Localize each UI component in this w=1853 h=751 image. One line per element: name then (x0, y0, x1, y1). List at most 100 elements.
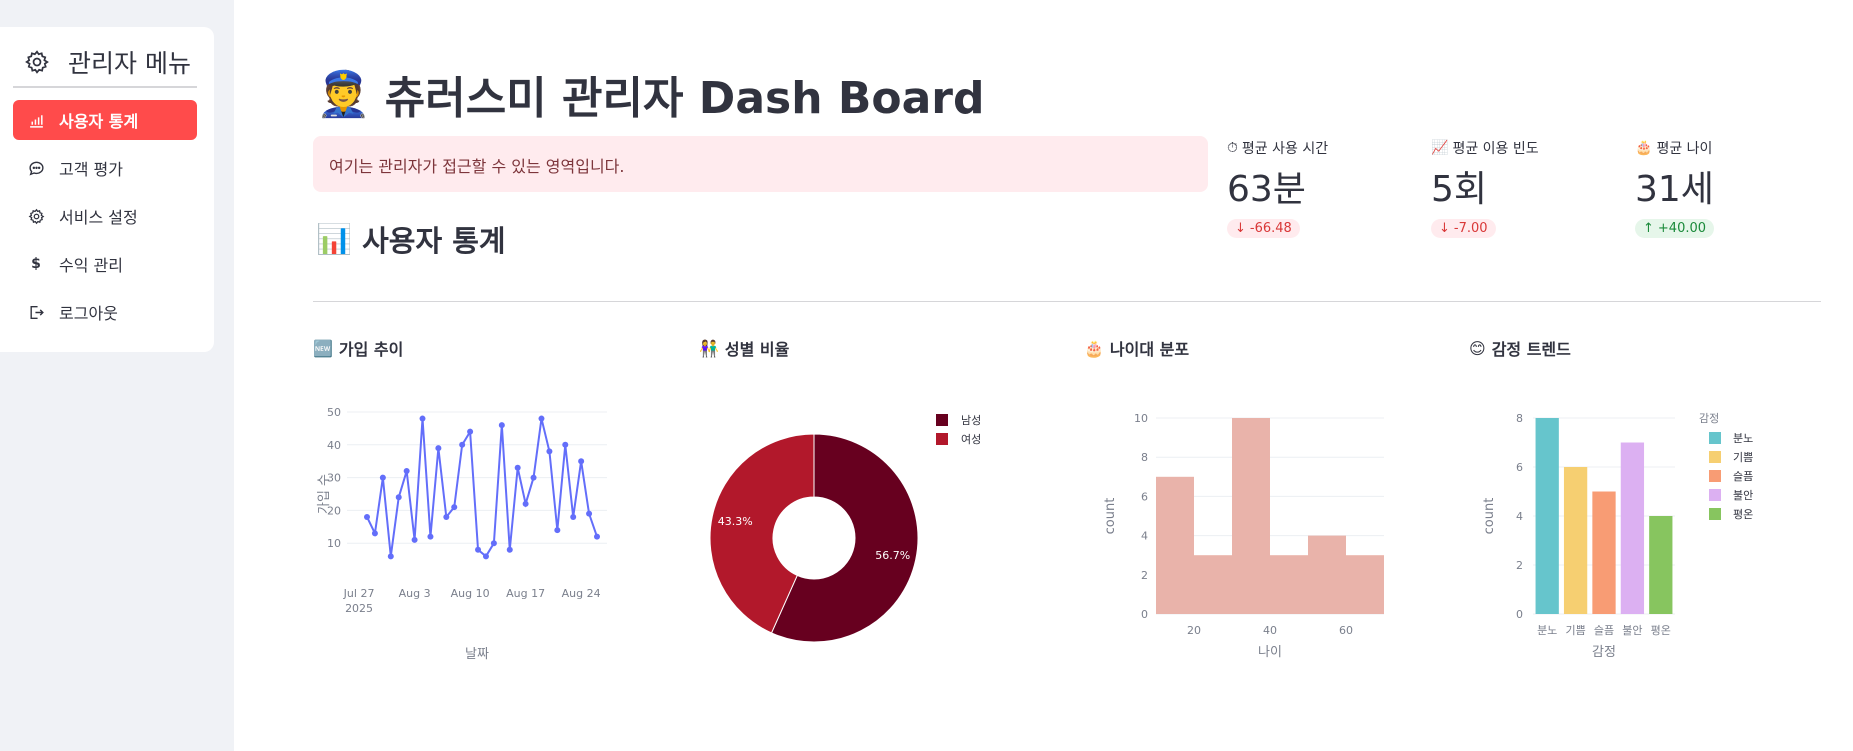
data-point (506, 546, 513, 553)
sidebar-item-label: 수익 관리 (59, 256, 123, 275)
arrow-up-icon: ↑ (1643, 221, 1654, 237)
data-point (546, 448, 553, 455)
metric-delta: ↑ +40.00 (1635, 219, 1715, 239)
data-point (387, 553, 394, 560)
x-tick-label: Aug 3 (399, 587, 431, 600)
legend-label: 불안 (1733, 489, 1753, 502)
info-alert: 여기는 관리자가 접근할 수 있는 영역입니다. (313, 136, 1208, 192)
metric-avg-usage-time: ⏱ 평균 사용 시간 63분 ↓ -66.48 (1227, 138, 1427, 239)
y-tick-label: 0 (1516, 608, 1523, 621)
sidebar-item-revenue[interactable]: $ 수익 관리 (13, 244, 197, 284)
data-point (467, 428, 474, 435)
slice-label: 43.3% (718, 515, 753, 528)
y-axis-title: 가입 수 (317, 474, 332, 514)
x-axis-title: 나이 (1258, 645, 1282, 660)
metric-label: 📈 평균 이용 빈도 (1431, 138, 1631, 158)
histogram-bar (1232, 418, 1270, 614)
bar (1620, 442, 1645, 614)
sidebar-item-label: 사용자 통계 (59, 112, 139, 131)
legend-label: 여성 (961, 433, 981, 446)
sidebar: 관리자 메뉴 사용자 통계 고객 평가 서비스 설정 $ 수익 관리 로그아웃 (0, 0, 234, 751)
legend-label: 남성 (961, 414, 981, 427)
chart-increasing-icon: 📈 (1431, 140, 1449, 156)
data-point (490, 540, 497, 547)
metric-avg-age: 🎂 평균 나이 31세 ↑ +40.00 (1635, 138, 1835, 239)
sidebar-item-customer-review[interactable]: 고객 평가 (13, 148, 197, 188)
legend-swatch (936, 414, 948, 426)
data-point (554, 527, 561, 534)
bar (1592, 491, 1616, 614)
legend-swatch (1709, 470, 1721, 482)
metric-delta-value: -7.00 (1453, 221, 1488, 237)
sidebar-item-user-stats[interactable]: 사용자 통계 (13, 100, 197, 140)
x-tick-label: 40 (1263, 624, 1277, 637)
gear-icon (27, 207, 45, 225)
metric-delta-value: +40.00 (1657, 221, 1707, 237)
emotion-bar-chart: 02468분노 기쁨 슬픔 불안 평온감정count감정분노기쁨슬픔불안평온 (1482, 412, 1753, 660)
data-point (498, 422, 505, 429)
data-point (427, 533, 434, 540)
y-tick-label: 4 (1516, 510, 1523, 523)
data-point (586, 510, 593, 517)
y-tick-label: 6 (1141, 490, 1148, 503)
y-tick-label: 10 (327, 537, 341, 550)
smiling-face-icon: 😊 (1469, 338, 1486, 358)
legend-title: 감정 (1699, 412, 1719, 425)
metric-label-text: 평균 나이 (1656, 141, 1713, 157)
x-tick-label: 분노 (1537, 624, 1557, 637)
page-title: 👮 츄러스미 관리자 Dash Board (316, 62, 985, 126)
metric-value: 63분 (1227, 169, 1306, 210)
data-point (364, 513, 370, 520)
data-point (475, 546, 482, 553)
legend-swatch (1709, 508, 1721, 520)
divider (313, 301, 1821, 302)
age-histogram-chart: 0 2 4 6 8 10 20 40 60 나이 count (1103, 412, 1384, 660)
bar (1535, 418, 1559, 614)
data-point (443, 513, 450, 520)
metric-label: ⏱ 평균 사용 시간 (1227, 138, 1427, 158)
metric-delta: ↓ -66.48 (1227, 219, 1300, 239)
bar (1563, 467, 1588, 614)
sidebar-item-label: 고객 평가 (59, 160, 123, 179)
chart-title-age: 🎂 나이대 분포 (1084, 336, 1189, 360)
y-tick-label: 8 (1516, 412, 1523, 425)
chart-title-emotion: 😊 감정 트렌드 (1469, 336, 1571, 360)
x-tick-sublabel: 2025 (345, 602, 373, 615)
metric-delta-value: -66.48 (1249, 221, 1292, 237)
metric-delta: ↓ -7.00 (1431, 219, 1496, 239)
bar (1649, 516, 1673, 614)
signup-line-chart: 1020304050Jul 27 Aug 3 Aug 10 Aug 17 Aug 242… (317, 406, 607, 662)
x-tick-label: 60 (1339, 624, 1353, 637)
x-axis-title: 감정 (1592, 645, 1616, 660)
histogram-bar (1156, 476, 1194, 614)
metric-avg-frequency: 📈 평균 이용 빈도 5회 ↓ -7.00 (1431, 138, 1631, 239)
legend-swatch (1709, 451, 1721, 463)
y-tick-label: 40 (327, 439, 341, 452)
metric-value: 5회 (1431, 169, 1488, 210)
section-title-text: 사용자 통계 (362, 224, 506, 258)
chart-title-text: 성별 비율 (724, 340, 790, 359)
data-point (562, 441, 569, 448)
x-tick-label: 20 (1187, 624, 1201, 637)
x-tick-label: Aug 17 (506, 587, 545, 600)
legend-label: 분노 (1733, 432, 1753, 445)
sidebar-item-service-settings[interactable]: 서비스 설정 (13, 196, 197, 236)
stopwatch-icon: ⏱ (1227, 140, 1238, 156)
y-tick-label: 4 (1141, 530, 1148, 543)
data-point (538, 415, 545, 422)
legend-label: 슬픔 (1733, 470, 1753, 483)
series-line (366, 418, 598, 558)
data-point (371, 530, 378, 537)
y-tick-label: 10 (1134, 412, 1148, 425)
x-tick-label: Aug 10 (451, 587, 490, 600)
legend-swatch (936, 433, 948, 445)
data-point (570, 513, 577, 520)
histogram-bar (1308, 535, 1346, 614)
new-badge-icon: 🆕 (313, 338, 333, 358)
x-tick-label: 평온 (1651, 624, 1671, 637)
slice-label: 56.7% (875, 549, 910, 562)
histogram-bar (1270, 555, 1308, 614)
sidebar-item-logout[interactable]: 로그아웃 (13, 292, 197, 332)
chart-title-text: 감정 트렌드 (1491, 340, 1571, 359)
data-point (435, 445, 442, 452)
